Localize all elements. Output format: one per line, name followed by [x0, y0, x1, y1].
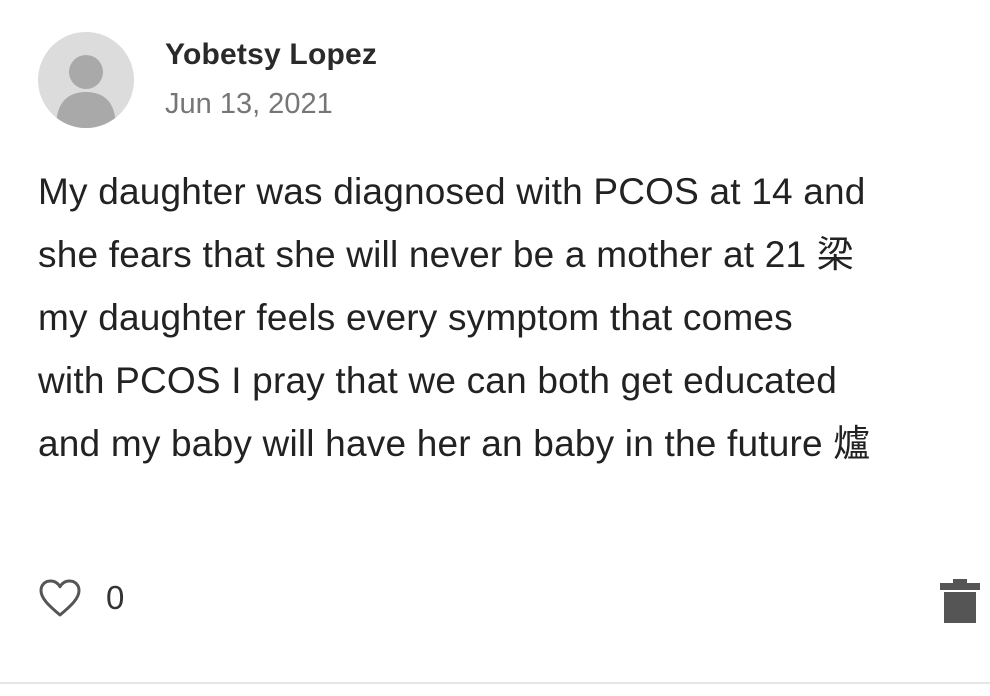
- post-date: Jun 13, 2021: [165, 88, 333, 120]
- heart-outline-icon: [39, 579, 81, 617]
- like-button[interactable]: 0: [38, 578, 124, 618]
- post-body: My daughter was diagnosed with PCOS at 1…: [38, 171, 871, 464]
- delete-button[interactable]: [938, 577, 982, 625]
- post-card: Yobetsy Lopez Jun 13, 2021 My daughter w…: [0, 0, 990, 696]
- default-user-icon: [56, 55, 116, 128]
- avatar[interactable]: [38, 32, 134, 128]
- divider: [0, 682, 990, 684]
- post-actions: 0: [38, 572, 124, 624]
- trash-icon: [940, 579, 980, 623]
- author-name[interactable]: Yobetsy Lopez: [165, 38, 377, 72]
- like-count: 0: [106, 579, 125, 616]
